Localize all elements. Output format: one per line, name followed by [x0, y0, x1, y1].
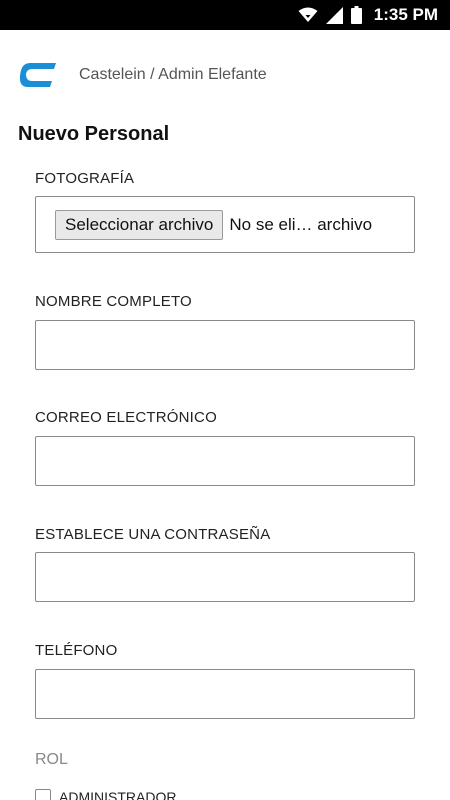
castelein-logo[interactable] — [18, 61, 60, 89]
select-file-button[interactable]: Seleccionar archivo — [55, 209, 224, 240]
password-input[interactable] — [35, 552, 415, 602]
app-header: Castelein / Admin Elefante — [0, 30, 450, 120]
status-bar: 1:35 PM — [0, 0, 450, 30]
administrador-checkbox[interactable] — [35, 789, 51, 800]
status-time: 1:35 PM — [373, 5, 438, 24]
photo-label: FOTOGRAFÍA — [35, 170, 135, 187]
wifi-icon — [298, 7, 318, 23]
phone-input[interactable] — [35, 669, 415, 719]
breadcrumb: Castelein / Admin Elefante — [79, 66, 267, 83]
photo-file-input[interactable]: Seleccionar archivo No se eli… archivo — [35, 196, 415, 253]
phone-label: TELÉFONO — [35, 642, 118, 659]
signal-icon — [325, 6, 343, 24]
full-name-label: NOMBRE COMPLETO — [35, 293, 192, 310]
administrador-label: ADMINISTRADOR — [59, 789, 177, 800]
battery-icon — [350, 6, 362, 24]
role-label: ROL — [35, 751, 68, 768]
password-label: ESTABLECE UNA CONTRASEÑA — [35, 526, 271, 543]
email-input[interactable] — [35, 436, 415, 486]
page-title: Nuevo Personal — [18, 123, 170, 145]
email-label: CORREO ELECTRÓNICO — [35, 409, 217, 426]
role-option-administrador[interactable]: ADMINISTRADOR — [35, 789, 176, 800]
file-status-text: No se eli… archivo — [229, 214, 373, 234]
full-name-input[interactable] — [35, 320, 415, 370]
